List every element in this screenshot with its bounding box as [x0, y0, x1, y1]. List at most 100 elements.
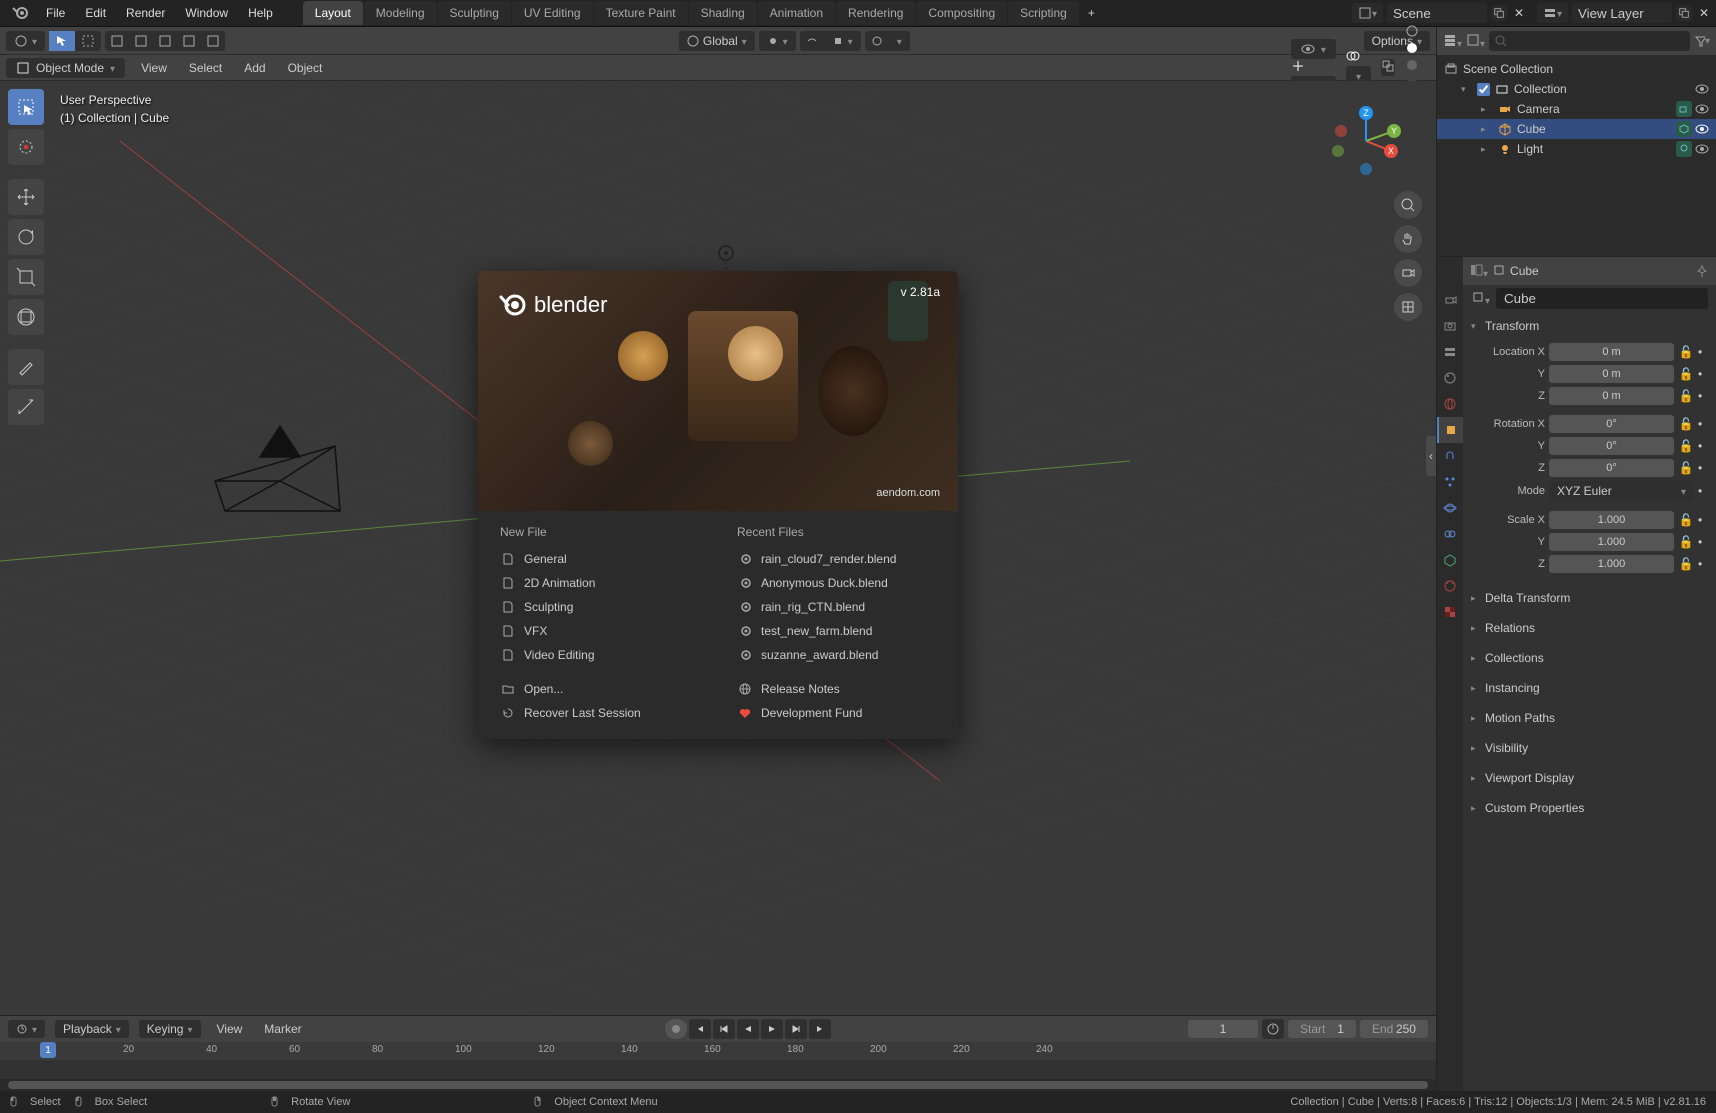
perspective-toggle-icon[interactable]	[1394, 293, 1422, 321]
collection-checkbox[interactable]	[1477, 83, 1490, 96]
tab-modeling[interactable]: Modeling	[364, 1, 437, 25]
timeline-editor-dropdown[interactable]	[8, 1020, 45, 1038]
menu-edit[interactable]: Edit	[75, 2, 116, 24]
menu-render[interactable]: Render	[116, 2, 175, 24]
prop-tab-physics[interactable]	[1437, 495, 1463, 521]
lock-icon[interactable]: 🔓	[1678, 345, 1694, 359]
prop-tab-view-layer[interactable]	[1437, 339, 1463, 365]
editor-type-dropdown[interactable]	[6, 31, 45, 51]
timeline-track[interactable]: 1 20406080100120140160180200220240	[0, 1042, 1436, 1079]
lock-icon[interactable]: 🔓	[1678, 513, 1694, 527]
current-frame-input[interactable]: 1	[1188, 1020, 1258, 1038]
play-reverse-icon[interactable]	[737, 1019, 759, 1039]
keyframe-prev-icon[interactable]	[713, 1019, 735, 1039]
prop-tab-texture[interactable]	[1437, 599, 1463, 625]
pan-icon[interactable]	[1394, 225, 1422, 253]
lock-icon[interactable]: 🔓	[1678, 535, 1694, 549]
outliner-cube[interactable]: ▸ Cube	[1437, 119, 1716, 139]
autokey-toggle-icon[interactable]	[665, 1019, 687, 1039]
tab-layout[interactable]: Layout	[303, 1, 363, 25]
pin-icon[interactable]	[1694, 263, 1710, 279]
location-y-input[interactable]: 0 m	[1549, 365, 1674, 383]
view-layer-name-input[interactable]	[1572, 3, 1672, 23]
sidebar-toggle[interactable]: ‹	[1426, 436, 1436, 476]
camera-view-icon[interactable]	[1394, 259, 1422, 287]
snap-icon-3[interactable]	[153, 31, 177, 51]
view-layer-new-icon[interactable]	[1676, 5, 1692, 21]
outliner-light[interactable]: ▸ Light	[1437, 139, 1716, 159]
select-menu[interactable]: Select	[183, 58, 228, 78]
tool-measure[interactable]	[8, 389, 44, 425]
tab-rendering[interactable]: Rendering	[836, 1, 915, 25]
start-frame-input[interactable]: Start1	[1288, 1020, 1356, 1038]
play-icon[interactable]	[761, 1019, 783, 1039]
snap-toggle-icon[interactable]	[800, 31, 824, 51]
prop-tab-particles[interactable]	[1437, 469, 1463, 495]
recent-file-2[interactable]: rain_rig_CTN.blend	[733, 595, 940, 619]
tool-move[interactable]	[8, 179, 44, 215]
view-menu[interactable]: View	[135, 58, 173, 78]
recent-file-1[interactable]: Anonymous Duck.blend	[733, 571, 940, 595]
add-menu[interactable]: Add	[238, 58, 271, 78]
panel-collections[interactable]: ▸Collections	[1471, 647, 1708, 669]
eye-icon[interactable]	[1694, 81, 1710, 97]
panel-instancing[interactable]: ▸Instancing	[1471, 677, 1708, 699]
timeline-marker-menu[interactable]: Marker	[258, 1019, 307, 1039]
viewport-3d[interactable]: User Perspective (1) Collection | Cube	[0, 81, 1436, 1015]
rotation-z-input[interactable]: 0°	[1549, 459, 1674, 477]
keying-menu[interactable]: Keying	[139, 1020, 201, 1038]
lock-icon[interactable]: 🔓	[1678, 389, 1694, 403]
end-frame-input[interactable]: End250	[1360, 1020, 1428, 1038]
gizmo-toggle-icon[interactable]	[1291, 59, 1336, 76]
nav-gizmo[interactable]: X Y Z	[1326, 101, 1406, 181]
tool-cursor[interactable]	[8, 129, 44, 165]
tab-uv-editing[interactable]: UV Editing	[512, 1, 593, 25]
panel-viewport-display[interactable]: ▸Viewport Display	[1471, 767, 1708, 789]
view-layer-delete-icon[interactable]: ✕	[1696, 5, 1712, 21]
menu-help[interactable]: Help	[238, 2, 283, 24]
tool-select-box[interactable]	[8, 89, 44, 125]
prop-tab-scene[interactable]	[1437, 365, 1463, 391]
outliner-scene-collection[interactable]: Scene Collection	[1437, 59, 1716, 79]
outliner-collection[interactable]: ▾ Collection	[1437, 79, 1716, 99]
prop-tab-world[interactable]	[1437, 391, 1463, 417]
orientation-dropdown[interactable]: Global	[679, 31, 755, 51]
scale-y-input[interactable]: 1.000	[1549, 533, 1674, 551]
preview-range-icon[interactable]	[1262, 1019, 1284, 1039]
prop-tab-constraints[interactable]	[1437, 521, 1463, 547]
location-z-input[interactable]: 0 m	[1549, 387, 1674, 405]
timeline-ruler[interactable]: 1 20406080100120140160180200220240	[0, 1042, 1436, 1060]
panel-delta-transform[interactable]: ▸Delta Transform	[1471, 587, 1708, 609]
scale-x-input[interactable]: 1.000	[1549, 511, 1674, 529]
tool-rotate[interactable]	[8, 219, 44, 255]
jump-end-icon[interactable]	[809, 1019, 831, 1039]
prop-tab-output[interactable]	[1437, 313, 1463, 339]
timeline-playhead[interactable]: 1	[40, 1042, 56, 1058]
playback-menu[interactable]: Playback	[55, 1020, 129, 1038]
tool-scale[interactable]	[8, 259, 44, 295]
prop-tab-object[interactable]	[1437, 417, 1463, 443]
panel-transform-header[interactable]: ▾Transform	[1471, 315, 1708, 337]
open-file[interactable]: Open...	[496, 677, 703, 701]
snap-icon-5[interactable]	[201, 31, 225, 51]
outliner-camera[interactable]: ▸ Camera	[1437, 99, 1716, 119]
tab-sculpting[interactable]: Sculpting	[438, 1, 511, 25]
shading-solid-icon[interactable]	[1405, 41, 1430, 58]
keyframe-next-icon[interactable]	[785, 1019, 807, 1039]
prop-tab-data[interactable]	[1437, 547, 1463, 573]
snap-icon[interactable]	[105, 31, 129, 51]
scale-z-input[interactable]: 1.000	[1549, 555, 1674, 573]
rotation-mode-dropdown[interactable]: XYZ Euler	[1549, 481, 1694, 501]
lock-icon[interactable]: 🔓	[1678, 367, 1694, 381]
location-x-input[interactable]: 0 m	[1549, 343, 1674, 361]
panel-visibility[interactable]: ▸Visibility	[1471, 737, 1708, 759]
zoom-icon[interactable]	[1394, 191, 1422, 219]
tab-scripting[interactable]: Scripting	[1008, 1, 1079, 25]
snap-settings-dropdown[interactable]	[824, 31, 861, 51]
tab-animation[interactable]: Animation	[758, 1, 835, 25]
snap-icon-2[interactable]	[129, 31, 153, 51]
tool-annotate[interactable]	[8, 349, 44, 385]
timeline-view-menu[interactable]: View	[211, 1019, 249, 1039]
lock-icon[interactable]: 🔓	[1678, 461, 1694, 475]
tab-texture-paint[interactable]: Texture Paint	[594, 1, 688, 25]
